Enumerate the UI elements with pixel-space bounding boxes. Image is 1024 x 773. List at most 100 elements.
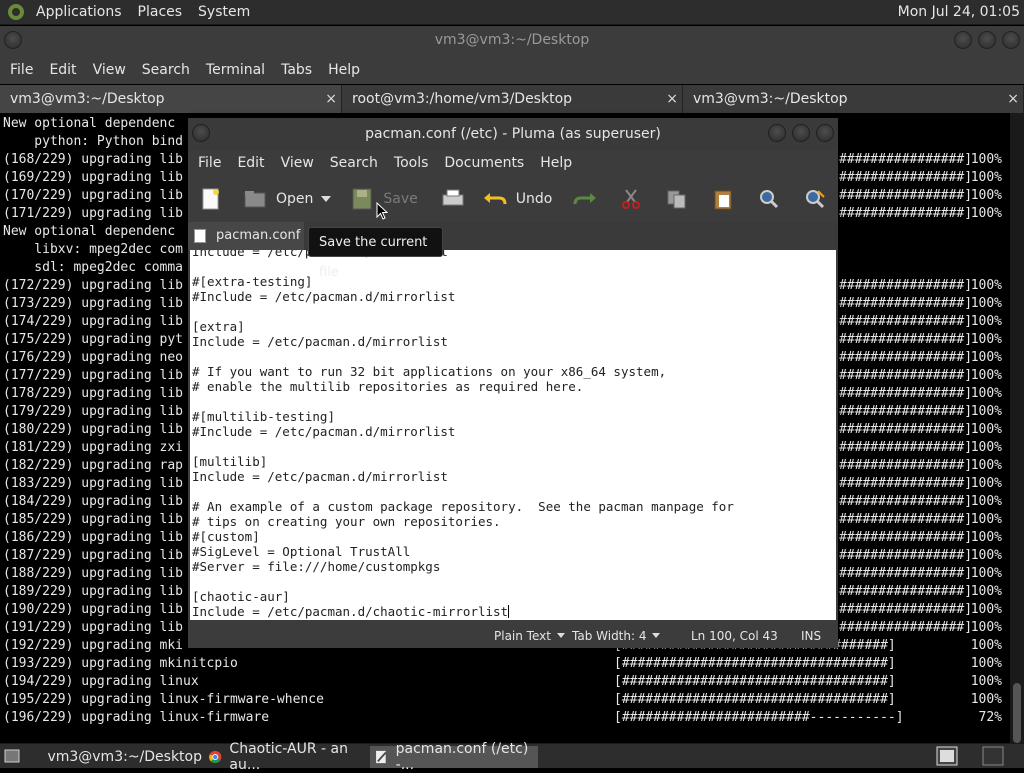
maximize-icon[interactable] xyxy=(792,124,810,142)
save-label: Save xyxy=(383,191,417,207)
terminal-line: (194/229) upgrading linux[##############… xyxy=(3,673,1010,691)
terminal-line-text: (184/229) upgrading lib xyxy=(3,494,183,509)
progress-percent: 100% xyxy=(971,439,1002,457)
progress-bar-text: ################] xyxy=(839,313,972,331)
terminal-scrollbar[interactable] xyxy=(1010,113,1024,743)
pluma-menu-view[interactable]: View xyxy=(273,155,322,171)
copy-button[interactable] xyxy=(660,183,694,215)
editor-line xyxy=(192,484,836,499)
tab-close-icon[interactable]: × xyxy=(666,85,678,113)
terminal-menu-help[interactable]: Help xyxy=(320,56,368,84)
progress-bar-text: ################] xyxy=(839,475,972,493)
progress-bar-text: ################] xyxy=(839,349,972,367)
taskbar-item-label: vm3@vm3:~/Desktop xyxy=(47,749,202,765)
terminal-menu-tabs[interactable]: Tabs xyxy=(273,56,320,84)
maximize-icon[interactable] xyxy=(978,31,996,49)
terminal-tab-2[interactable]: root@vm3:/home/vm3/Desktop × xyxy=(342,85,683,113)
progress-bar-text: ################] xyxy=(839,169,972,187)
progress-bar-text: ################] xyxy=(839,205,972,223)
terminal-menu-edit[interactable]: Edit xyxy=(41,56,84,84)
close-icon[interactable] xyxy=(816,124,834,142)
terminal-title: vm3@vm3:~/Desktop xyxy=(0,26,1024,54)
open-label: Open xyxy=(276,191,313,207)
terminal-tab-label: vm3@vm3:~/Desktop xyxy=(693,91,848,107)
open-button[interactable]: Open xyxy=(238,183,335,215)
workspace-2-icon[interactable] xyxy=(982,746,1004,766)
terminal-line: (195/229) upgrading linux-firmware-whenc… xyxy=(3,691,1010,709)
terminal-titlebar[interactable]: vm3@vm3:~/Desktop xyxy=(0,26,1024,56)
pluma-menu-help[interactable]: Help xyxy=(532,155,580,171)
syntax-mode-dropdown[interactable]: Plain Text xyxy=(488,625,571,647)
pluma-menu-documents[interactable]: Documents xyxy=(436,155,532,171)
pluma-menu-tools[interactable]: Tools xyxy=(386,155,437,171)
terminal-menu-file[interactable]: File xyxy=(2,56,41,84)
terminal-line-text: libxv: mpeg2dec com xyxy=(3,242,183,257)
document-tab-pacman-conf[interactable]: pacman.conf xyxy=(188,222,304,250)
terminal-line-text: (192/229) upgrading mki xyxy=(3,638,183,653)
close-icon[interactable] xyxy=(1002,31,1020,49)
print-button[interactable] xyxy=(436,183,470,215)
cut-button[interactable] xyxy=(614,183,648,215)
pluma-title: pacman.conf (/etc) - Pluma (as superuser… xyxy=(365,126,661,142)
pluma-menu-edit[interactable]: Edit xyxy=(229,155,272,171)
progress-percent: 100% xyxy=(971,331,1002,349)
new-button[interactable] xyxy=(194,183,228,215)
text-editor[interactable]: Include = /etc/pacman.d/mirrorlist#[extr… xyxy=(190,250,836,620)
taskbar-item-terminal[interactable]: vm3@vm3:~/Desktop xyxy=(36,746,202,768)
terminal-menu-search[interactable]: Search xyxy=(134,56,198,84)
progress-percent: 100% xyxy=(971,457,1002,475)
progress-percent: 100% xyxy=(971,349,1002,367)
menu-applications[interactable]: Applications xyxy=(28,0,130,25)
terminal-menu-terminal[interactable]: Terminal xyxy=(198,56,273,84)
editor-line: #[custom] xyxy=(192,529,836,544)
terminal-line: (196/229) upgrading linux-firmware[#####… xyxy=(3,709,1010,727)
editor-line: #Server = file:///home/custompkgs xyxy=(192,559,836,574)
terminal-tab-1[interactable]: vm3@vm3:~/Desktop × xyxy=(0,85,342,113)
pluma-titlebar[interactable]: pacman.conf (/etc) - Pluma (as superuser… xyxy=(188,118,838,150)
editor-line xyxy=(192,439,836,454)
chevron-down-icon xyxy=(557,633,565,638)
pluma-menu-file[interactable]: File xyxy=(190,155,229,171)
editor-line: [chaotic-aur] xyxy=(192,589,836,604)
pluma-window-menu-button[interactable] xyxy=(192,124,210,142)
window-menu-icon[interactable] xyxy=(192,124,210,142)
taskbar-item-pluma[interactable]: pacman.conf (/etc) -... xyxy=(370,746,538,768)
tab-width-dropdown[interactable]: Tab Width: 4 xyxy=(566,625,666,647)
clock[interactable]: Mon Jul 24, 01:05 xyxy=(898,0,1020,25)
editor-line: #Include = /etc/pacman.d/mirrorlist xyxy=(192,289,836,304)
progress-percent: 100% xyxy=(971,277,1002,295)
scrollbar-thumb[interactable] xyxy=(1013,683,1021,743)
terminal-line-text: (195/229) upgrading linux-firmware-whenc… xyxy=(3,692,324,707)
redo-icon xyxy=(572,187,598,211)
progress-bar-text: ################] xyxy=(839,619,972,637)
open-recent-dropdown-icon[interactable] xyxy=(321,196,331,202)
pluma-window-controls xyxy=(768,124,834,142)
terminal-tab-3[interactable]: vm3@vm3:~/Desktop × xyxy=(683,85,1024,113)
progress-percent: 100% xyxy=(971,691,1002,709)
mate-logo-icon[interactable] xyxy=(6,2,26,22)
tab-close-icon[interactable]: × xyxy=(1007,85,1019,113)
menu-places[interactable]: Places xyxy=(130,0,191,25)
editor-line xyxy=(192,259,836,274)
terminal-line-text: (196/229) upgrading linux-firmware xyxy=(3,710,269,725)
terminal-line-text: (186/229) upgrading lib xyxy=(3,530,183,545)
print-icon xyxy=(440,187,466,211)
tab-close-icon[interactable]: × xyxy=(325,85,337,113)
progress-percent: 100% xyxy=(971,151,1002,169)
bottom-taskbar: vm3@vm3:~/Desktop Chaotic-AUR - an au...… xyxy=(0,743,1024,768)
menu-system[interactable]: System xyxy=(190,0,258,25)
replace-button[interactable] xyxy=(798,183,832,215)
taskbar-item-browser[interactable]: Chaotic-AUR - an au... xyxy=(204,746,368,768)
minimize-icon[interactable] xyxy=(954,31,972,49)
terminal-menu-view[interactable]: View xyxy=(85,56,134,84)
paste-button[interactable] xyxy=(706,183,740,215)
find-button[interactable] xyxy=(752,183,786,215)
terminal-line-text: (189/229) upgrading lib xyxy=(3,584,183,599)
pluma-menu-search[interactable]: Search xyxy=(322,155,386,171)
redo-button[interactable] xyxy=(568,183,602,215)
undo-button[interactable]: Undo xyxy=(478,183,557,215)
show-desktop-icon[interactable] xyxy=(4,748,20,764)
workspace-switcher-icon[interactable] xyxy=(936,746,958,766)
minimize-icon[interactable] xyxy=(768,124,786,142)
copy-icon xyxy=(664,187,690,211)
